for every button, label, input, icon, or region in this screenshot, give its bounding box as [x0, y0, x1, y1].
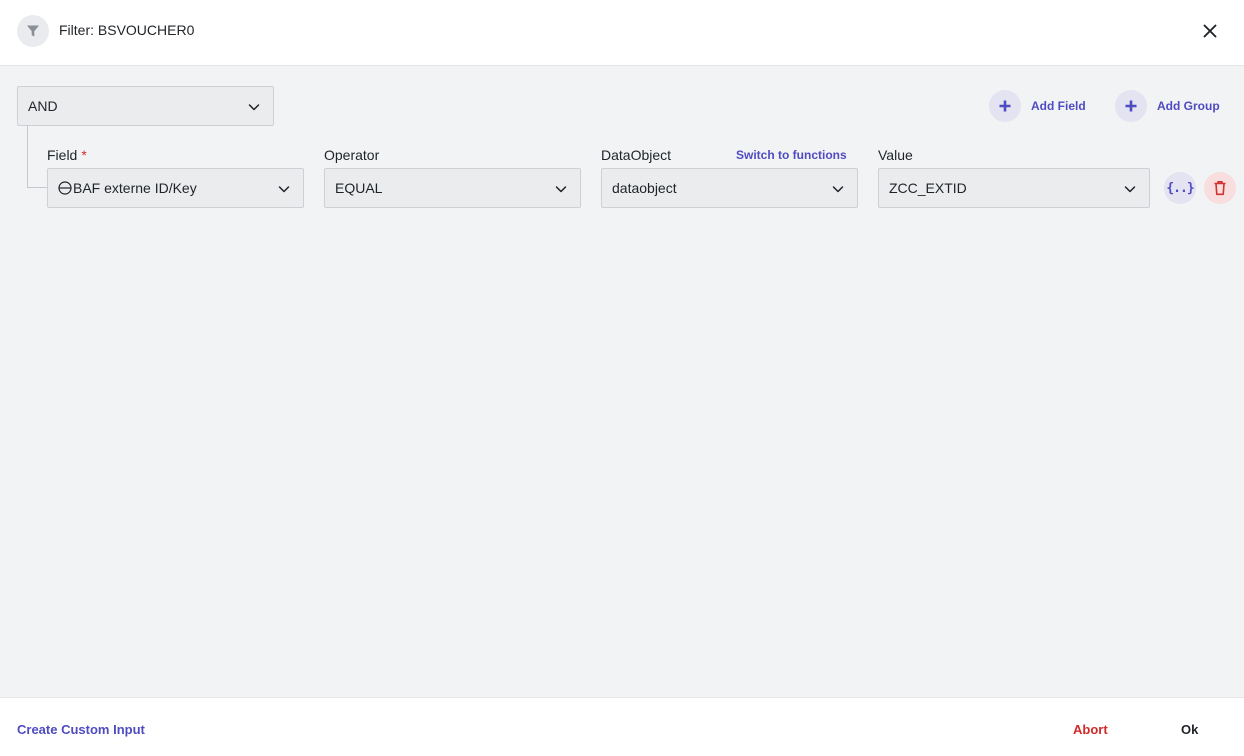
value-label: Value [878, 147, 913, 163]
function-button[interactable]: {..} [1164, 172, 1196, 204]
chevron-down-icon [555, 186, 567, 193]
add-field-button[interactable]: Add Field [989, 90, 1086, 122]
ok-button[interactable]: Ok [1181, 722, 1198, 737]
delete-condition-button[interactable] [1204, 172, 1236, 204]
field-select[interactable]: BAF externe ID/Key [47, 168, 304, 208]
chevron-down-icon [832, 186, 844, 193]
abort-button[interactable]: Abort [1073, 722, 1108, 737]
dialog-header: Filter: BSVOUCHER0 [0, 0, 1244, 66]
close-icon[interactable] [1199, 20, 1221, 42]
dataobject-value: dataobject [612, 180, 677, 196]
field-value: BAF externe ID/Key [73, 180, 197, 196]
trash-icon [1214, 181, 1226, 196]
field-label: Field * [47, 147, 87, 163]
tree-connector [27, 187, 47, 188]
required-mark: * [81, 147, 87, 163]
logic-operator-value: AND [28, 98, 58, 114]
plus-icon [1115, 90, 1147, 122]
switch-to-functions-link[interactable]: Switch to functions [736, 148, 847, 162]
tree-connector [27, 125, 28, 187]
dialog-footer: Create Custom Input Abort Ok [0, 697, 1244, 756]
dataobject-select[interactable]: dataobject [601, 168, 858, 208]
value-value: ZCC_EXTID [889, 180, 967, 196]
field-label-text: Field [47, 147, 78, 163]
chevron-down-icon [1124, 186, 1136, 193]
minus-circle-icon [58, 181, 72, 195]
filter-editor: AND Add Field Add Group Field * BAF exter… [0, 66, 1244, 697]
operator-label: Operator [324, 147, 380, 163]
dataobject-label: DataObject [601, 147, 672, 163]
operator-value: EQUAL [335, 180, 383, 196]
filter-icon [17, 15, 49, 47]
chevron-down-icon [278, 186, 290, 193]
logic-operator-select[interactable]: AND [17, 86, 274, 126]
add-field-label: Add Field [1031, 99, 1086, 113]
dialog-title: Filter: BSVOUCHER0 [59, 22, 195, 38]
add-group-label: Add Group [1157, 99, 1220, 113]
chevron-down-icon [248, 104, 260, 111]
value-select[interactable]: ZCC_EXTID [878, 168, 1150, 208]
plus-icon [989, 90, 1021, 122]
add-group-button[interactable]: Add Group [1115, 90, 1220, 122]
create-custom-input-button[interactable]: Create Custom Input [17, 722, 145, 737]
operator-select[interactable]: EQUAL [324, 168, 581, 208]
